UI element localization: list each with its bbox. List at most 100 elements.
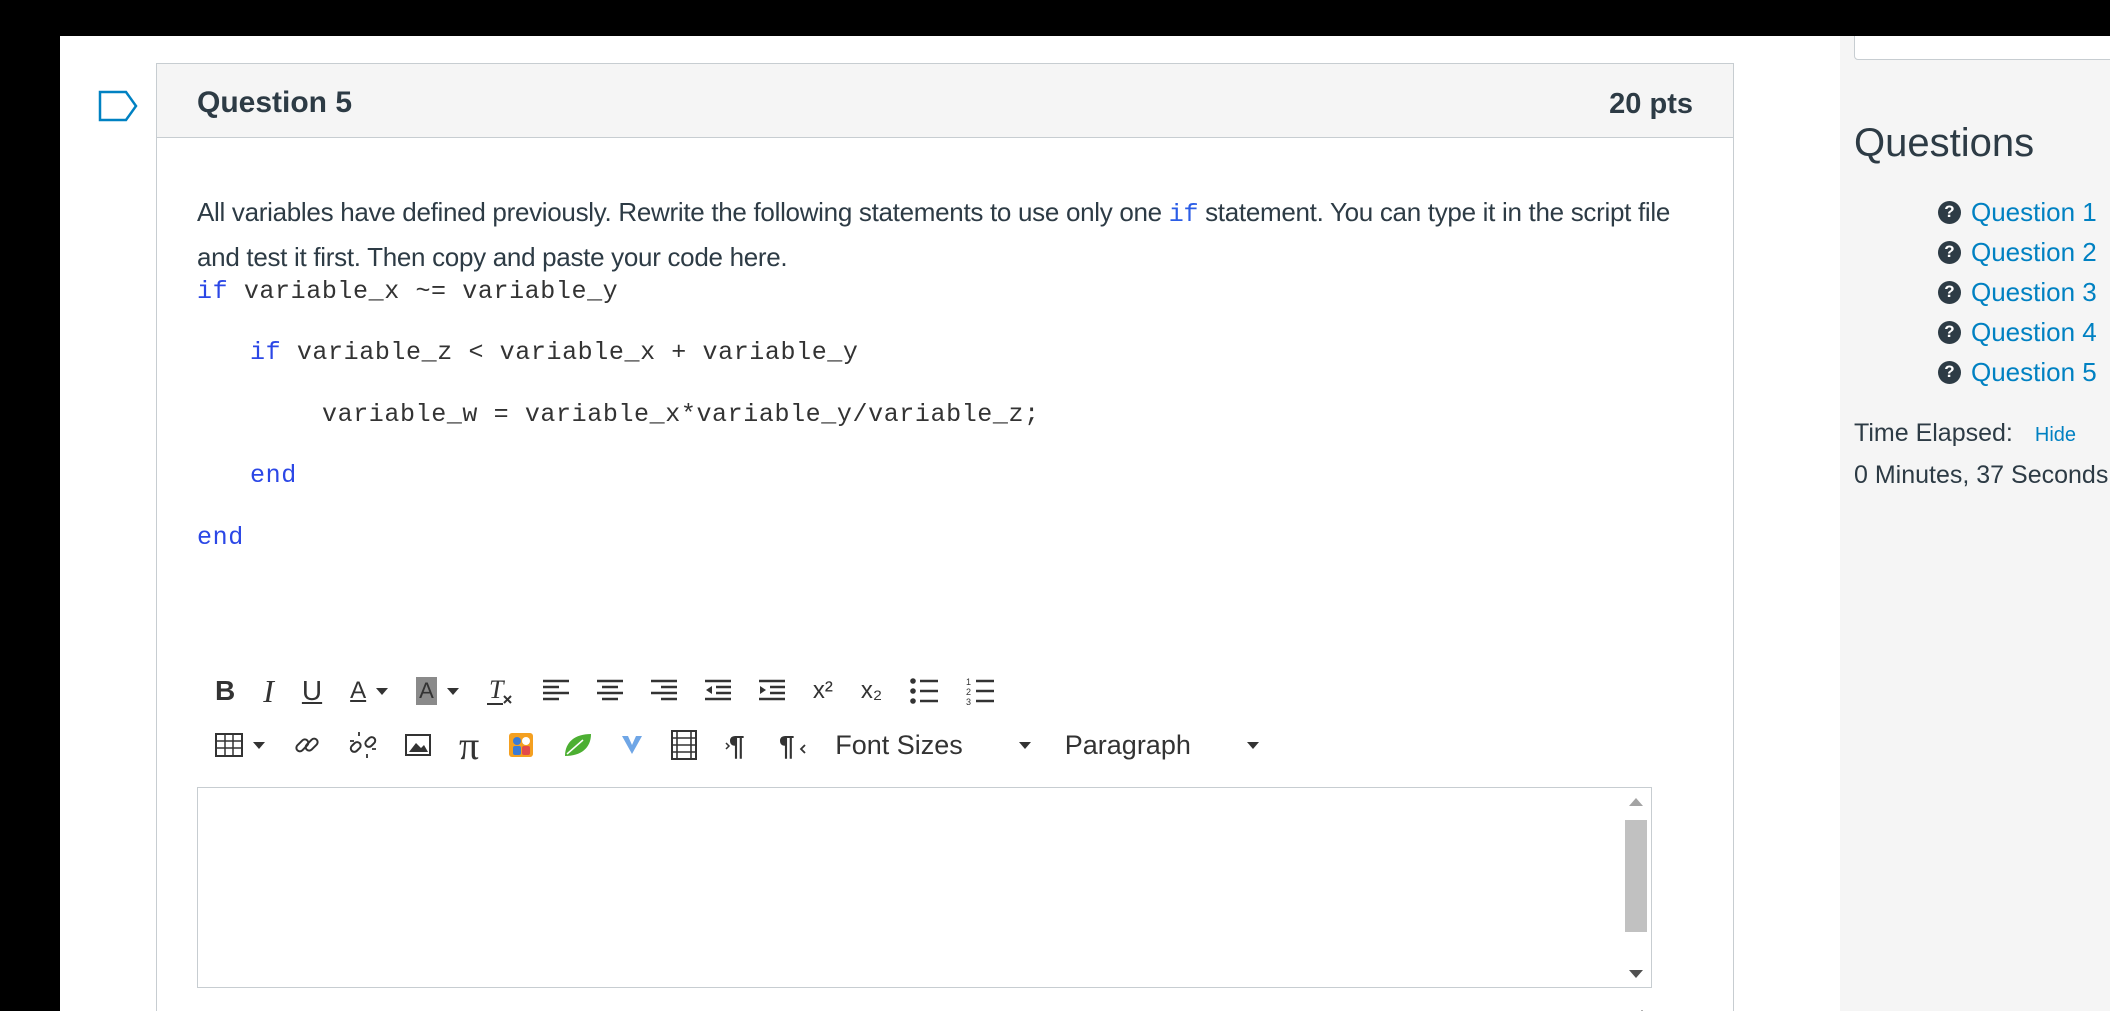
question-list-item[interactable]: ? Question 1 <box>1938 192 2097 232</box>
unlink-button[interactable] <box>349 726 377 764</box>
outdent-icon <box>704 679 731 701</box>
superscript-label: x² <box>812 677 833 704</box>
subscript-button[interactable]: x₂ <box>861 672 882 710</box>
leaf-icon <box>565 734 592 756</box>
chevron-down-icon <box>376 687 389 695</box>
code-line-2: if variable_z < variable_x + variable_y <box>250 338 859 367</box>
question-circle-icon: ? <box>1938 360 1961 384</box>
question-link[interactable]: Question 3 <box>1971 277 2097 308</box>
question-list-item[interactable]: ? Question 2 <box>1938 232 2097 272</box>
font-sizes-dropdown[interactable]: Font Sizes <box>835 726 1031 764</box>
code-text: variable_z < variable_x + variable_y <box>281 338 859 367</box>
question-header: Question 5 20 pts <box>157 64 1733 138</box>
scroll-up-icon[interactable] <box>1629 798 1643 806</box>
paragraph-rtl-icon: ¶ <box>779 731 806 759</box>
equation-button[interactable]: π <box>459 723 479 768</box>
svg-text:1: 1 <box>966 677 971 687</box>
bold-button[interactable]: B <box>215 672 235 710</box>
question-link[interactable]: Question 4 <box>1971 317 2097 348</box>
table-button[interactable] <box>215 726 265 764</box>
chevron-down-icon <box>446 687 459 695</box>
question-list-item[interactable]: ? Question 3 <box>1938 272 2097 312</box>
link-icon <box>295 737 319 753</box>
film-icon <box>671 730 698 760</box>
paragraph-dropdown[interactable]: Paragraph <box>1065 726 1259 764</box>
link-button[interactable] <box>293 726 321 764</box>
video-button[interactable] <box>671 726 698 764</box>
question-text-keyword: if <box>1168 200 1199 229</box>
question-title: Question 5 <box>197 86 353 119</box>
editor-scrollbar[interactable] <box>1625 794 1647 980</box>
code-line-4: end <box>250 461 297 490</box>
question-link[interactable]: Question 2 <box>1971 237 2097 268</box>
chevron-down-icon <box>1246 741 1259 749</box>
hide-timer-link[interactable]: Hide <box>2035 424 2076 446</box>
background-color-button[interactable]: A <box>416 672 459 710</box>
question-circle-icon: ? <box>1938 320 1961 344</box>
question-points: 20 pts <box>1609 88 1693 120</box>
question-list-item[interactable]: ? Question 4 <box>1938 312 2097 352</box>
svg-text:2: 2 <box>966 687 971 697</box>
numbered-list-button[interactable]: 123 <box>966 672 995 710</box>
svg-text:T: T <box>489 676 505 704</box>
leaf-plugin-button[interactable] <box>563 726 593 764</box>
code-keyword: if <box>250 338 282 367</box>
ltr-button[interactable]: ¶ <box>725 726 751 764</box>
question-circle-icon: ? <box>1938 200 1961 224</box>
rtl-button[interactable]: ¶ <box>779 726 807 764</box>
question-list: ? Question 1 ? Question 2 ? Question 3 ? Que… <box>1938 192 2097 392</box>
question-link[interactable]: Question 5 <box>1971 357 2097 388</box>
unlink-icon <box>349 732 377 758</box>
question-circle-icon: ? <box>1938 240 1961 264</box>
bullet-list-button[interactable] <box>910 672 939 710</box>
image-button[interactable] <box>405 726 431 764</box>
time-elapsed-label: Time Elapsed: <box>1854 419 2013 447</box>
scroll-down-icon[interactable] <box>1629 970 1643 978</box>
italic-label: I <box>263 672 274 709</box>
editor-element-path[interactable]: p <box>215 1006 229 1011</box>
table-icon <box>215 733 243 757</box>
media-plugin-button[interactable] <box>507 726 535 764</box>
clear-formatting-icon: T <box>486 676 512 705</box>
underline-label: U <box>301 675 323 706</box>
bold-label: B <box>215 675 236 706</box>
sidebar-title: Questions <box>1854 121 2035 165</box>
chevron-v-icon <box>622 736 643 754</box>
align-center-icon <box>596 679 623 701</box>
question-link[interactable]: Question 1 <box>1971 197 2097 228</box>
answer-editor-content[interactable] <box>212 802 1611 977</box>
code-line-3: variable_w = variable_x*variable_y/varia… <box>322 400 1040 429</box>
italic-button[interactable]: I <box>263 672 274 710</box>
chevron-down-icon <box>253 741 265 749</box>
code-keyword: end <box>250 461 297 490</box>
svg-text:3: 3 <box>966 697 971 705</box>
scrollbar-thumb[interactable] <box>1625 820 1647 932</box>
underline-button[interactable]: U <box>302 672 322 710</box>
outdent-button[interactable] <box>704 672 731 710</box>
bullet-list-icon <box>910 678 939 704</box>
equation-label: π <box>459 722 480 768</box>
image-icon <box>405 734 431 756</box>
align-right-button[interactable] <box>650 672 677 710</box>
paragraph-label: Paragraph <box>1064 729 1191 760</box>
align-center-button[interactable] <box>596 672 623 710</box>
quiz-page: Question 5 20 pts All variables have def… <box>60 36 2110 1011</box>
bookmark-flag-icon[interactable] <box>98 90 138 122</box>
editor-toolbar-row-2: π ¶ ¶ Font Sizes Paragraph <box>215 723 1287 768</box>
paragraph-ltr-icon: ¶ <box>725 731 745 759</box>
v-plugin-button[interactable] <box>621 726 643 764</box>
text-color-label: A <box>350 677 367 704</box>
text-color-button[interactable]: A <box>350 672 389 710</box>
sidebar <box>1840 36 2110 1011</box>
align-left-icon <box>542 679 569 701</box>
code-keyword: if <box>197 277 229 306</box>
svg-text:¶: ¶ <box>779 731 795 759</box>
indent-button[interactable] <box>758 672 785 710</box>
superscript-button[interactable]: x² <box>813 672 833 710</box>
clear-formatting-button[interactable]: T <box>486 672 515 710</box>
align-left-button[interactable] <box>542 672 569 710</box>
answer-editor[interactable] <box>197 787 1652 988</box>
question-list-item[interactable]: ? Question 5 <box>1938 352 2097 392</box>
sidebar-top-box <box>1854 36 2110 60</box>
indent-icon <box>758 679 785 701</box>
